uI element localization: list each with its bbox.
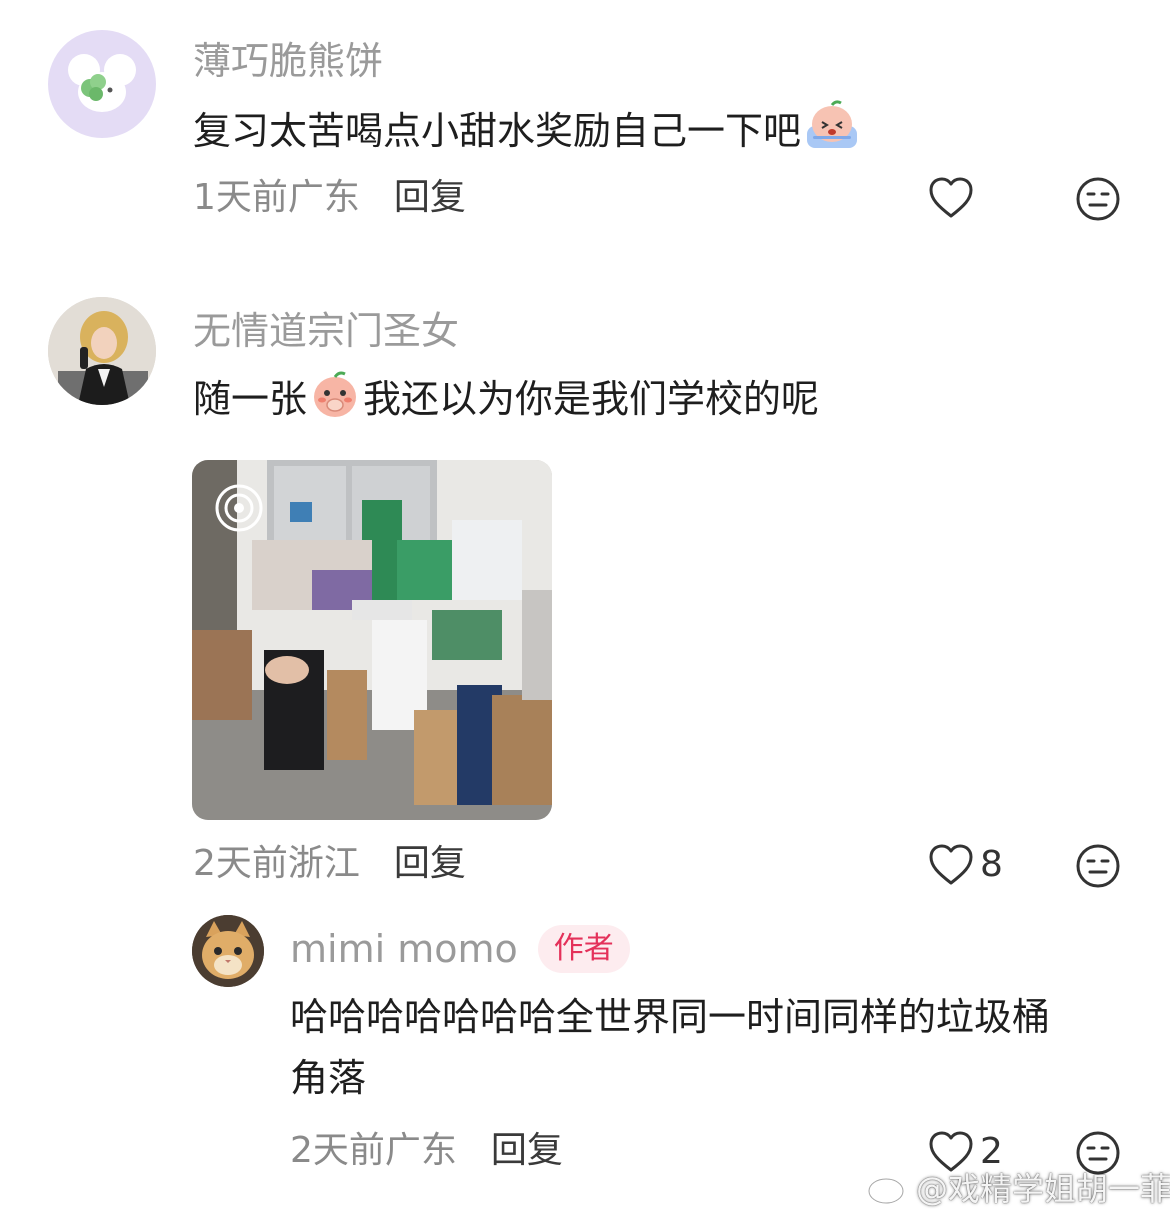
comment-text-body: 复习太苦喝点小甜水奖励自己一下吧: [193, 109, 802, 153]
heart-icon: [929, 844, 973, 885]
reply-text: 哈哈哈哈哈哈哈全世界同一时间同样的垃圾桶 角落: [290, 987, 1140, 1109]
comment-meta: 2天前 浙江 回复: [193, 846, 466, 882]
comment-location: 浙江: [287, 843, 360, 884]
heart-icon: [929, 177, 973, 218]
dislike-button[interactable]: [1075, 843, 1121, 889]
comment-username[interactable]: 无情道宗门圣女: [193, 312, 459, 350]
dislike-button[interactable]: [1075, 176, 1121, 222]
avatar[interactable]: [48, 297, 156, 405]
cat-avatar-icon: [192, 915, 264, 987]
doll-avatar-icon: [48, 297, 156, 405]
reply-meta: 2天前 广东 回复: [290, 1133, 563, 1169]
comment-location: 广东: [287, 177, 360, 218]
reply-button[interactable]: 回复: [394, 846, 466, 882]
shy-bun-emoji-icon: [309, 368, 361, 438]
reply-location: 广东: [384, 1130, 457, 1171]
reply-button[interactable]: 回复: [394, 180, 466, 216]
weibo-logo-icon: [867, 1173, 909, 1205]
comment-text: 随一张 我还以为你是我们学校的呢: [193, 368, 819, 438]
comment-text-body: 随一张: [193, 377, 308, 421]
author-badge: 作者: [537, 925, 630, 973]
like-button[interactable]: [928, 176, 974, 220]
comment-time: 2天前: [193, 843, 288, 884]
watermark-text: @戏精学姐胡一菲: [916, 1170, 1170, 1208]
like-count: 8: [980, 844, 1003, 885]
like-button[interactable]: 8: [928, 843, 1003, 887]
comment-image[interactable]: [192, 460, 552, 820]
watermark: @戏精学姐胡一菲: [866, 1164, 1170, 1209]
neutral-face-icon: [1076, 177, 1120, 221]
reply-username[interactable]: mimi momo: [290, 930, 518, 968]
crying-bun-emoji-icon: [803, 100, 861, 170]
comment-time: 1天前: [193, 177, 288, 218]
reply-time: 2天前: [290, 1130, 385, 1171]
comment-meta: 1天前 广东 回复: [193, 180, 466, 216]
avatar[interactable]: [48, 30, 156, 138]
reply-button[interactable]: 回复: [491, 1133, 563, 1169]
avatar[interactable]: [192, 915, 264, 987]
neutral-face-icon: [1076, 844, 1120, 888]
comment-text: 复习太苦喝点小甜水奖励自己一下吧: [193, 100, 863, 170]
comment-text-body: 我还以为你是我们学校的呢: [363, 377, 820, 421]
mouse-avatar-icon: [68, 54, 136, 112]
reply-text-line: 哈哈哈哈哈哈哈全世界同一时间同样的垃圾桶: [290, 995, 1051, 1039]
reply-text-line: 角落: [290, 1055, 367, 1100]
trash-corner-photo: [192, 460, 552, 820]
comment-username[interactable]: 薄巧脆熊饼: [193, 42, 383, 80]
reply-header: mimi momo 作者: [290, 925, 630, 973]
